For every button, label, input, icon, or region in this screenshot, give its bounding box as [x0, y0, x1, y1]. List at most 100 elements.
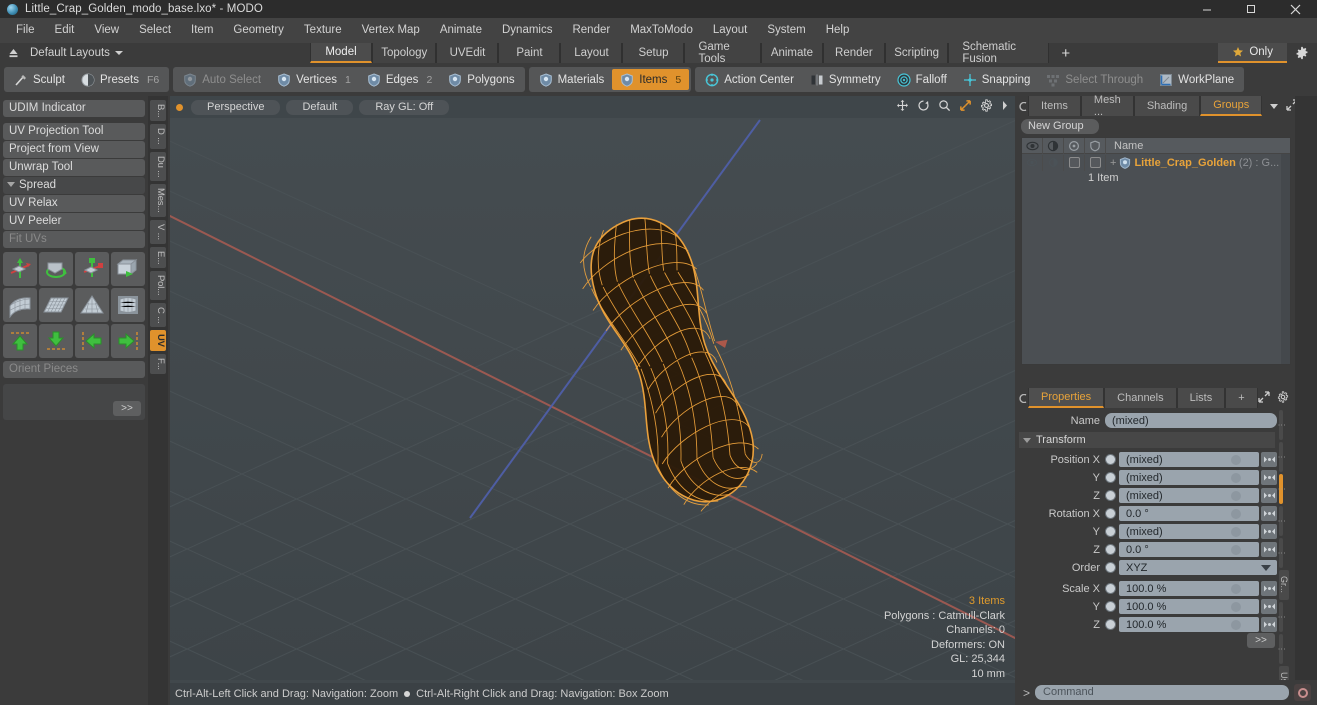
toolbar-items-button[interactable]: Items 5: [612, 69, 690, 90]
layout-tab-model[interactable]: Model: [310, 43, 372, 63]
layout-tab-layout[interactable]: Layout: [560, 43, 623, 63]
more-tools-button[interactable]: >>: [113, 401, 141, 416]
property-value-input[interactable]: (mixed): [1119, 524, 1259, 539]
render-icon[interactable]: [1043, 137, 1064, 154]
row-select-checkbox[interactable]: [1085, 154, 1106, 171]
property-nudge-control[interactable]: [1261, 488, 1277, 503]
property-channel-radio[interactable]: [1105, 601, 1116, 612]
viewport-shading-mode[interactable]: Default: [286, 99, 354, 115]
menu-item-system[interactable]: System: [757, 18, 815, 43]
menu-item-file[interactable]: File: [6, 18, 45, 43]
uv-down-arrow-icon[interactable]: [39, 324, 73, 358]
add-layout-tab-button[interactable]: +: [1048, 43, 1083, 63]
panel-menu-icon[interactable]: [1019, 388, 1028, 408]
property-channel-radio[interactable]: [1105, 490, 1116, 501]
panel-menu-icon[interactable]: [1019, 96, 1028, 116]
property-channel-radio[interactable]: [1105, 619, 1116, 630]
property-value-input[interactable]: 0.0 °: [1119, 506, 1259, 521]
gear-icon[interactable]: [980, 99, 993, 115]
left-vtab-b[interactable]: B...: [150, 100, 166, 122]
property-mini-dial[interactable]: [1231, 544, 1241, 555]
left-vtab-du[interactable]: Du ...: [150, 151, 166, 182]
menu-item-texture[interactable]: Texture: [294, 18, 352, 43]
chevron-right-icon[interactable]: [1001, 100, 1009, 114]
menu-item-render[interactable]: Render: [562, 18, 620, 43]
home-layout-icon[interactable]: [0, 47, 26, 60]
toolbar-sculpt-button[interactable]: Sculpt: [6, 69, 73, 90]
table-row[interactable]: + Little_Crap_Golden (2) : G...: [1022, 154, 1290, 171]
toolbar-presets-button[interactable]: Presets F6: [73, 69, 167, 90]
left-vtab-v[interactable]: V ...: [150, 220, 166, 244]
property-value-input[interactable]: (mixed): [1119, 470, 1259, 485]
uv-flip-icon[interactable]: [111, 252, 145, 286]
unwrap-tool-button[interactable]: Unwrap Tool: [3, 159, 145, 176]
layout-tab-render[interactable]: Render: [822, 43, 885, 63]
property-mini-dial[interactable]: [1231, 454, 1241, 465]
uv-scale-icon[interactable]: [75, 252, 109, 286]
property-nudge-control[interactable]: [1261, 506, 1277, 521]
eye-icon[interactable]: [1022, 137, 1043, 154]
property-channel-radio[interactable]: [1105, 472, 1116, 483]
properties-side-tab[interactable]: ⋮: [1277, 506, 1286, 536]
left-vtab-c[interactable]: C ...: [150, 302, 166, 328]
gear-icon[interactable]: [1277, 390, 1289, 406]
property-value-input[interactable]: 100.0 %: [1119, 581, 1259, 596]
rotate-icon[interactable]: [917, 99, 930, 115]
property-nudge-control[interactable]: [1261, 599, 1277, 614]
viewport-raygl-toggle[interactable]: Ray GL: Off: [359, 99, 450, 115]
menu-item-animate[interactable]: Animate: [430, 18, 492, 43]
uv-relax-button[interactable]: UV Relax: [3, 195, 145, 212]
groups-tab-shading[interactable]: Shading: [1133, 96, 1201, 116]
property-channel-radio[interactable]: [1105, 508, 1116, 519]
menu-item-dynamics[interactable]: Dynamics: [492, 18, 562, 43]
menu-item-vertex-map[interactable]: Vertex Map: [352, 18, 430, 43]
properties-side-tab[interactable]: ⋮: [1277, 634, 1286, 664]
groups-tree-scrollbar[interactable]: [1281, 154, 1290, 364]
properties-side-tab[interactable]: ⋮: [1277, 442, 1286, 472]
left-vtab-mes[interactable]: Mes...: [150, 184, 166, 218]
uv-grid-icon[interactable]: [39, 288, 73, 322]
groups-tab-groups[interactable]: Groups: [1200, 96, 1263, 116]
uv-left-arrow-icon[interactable]: [75, 324, 109, 358]
command-input[interactable]: Command: [1035, 685, 1289, 700]
menu-item-view[interactable]: View: [84, 18, 129, 43]
default-layouts-label[interactable]: Default Layouts: [26, 47, 123, 59]
lock-icon[interactable]: [1064, 137, 1085, 154]
toolbar-polygons-button[interactable]: Polygons: [440, 69, 522, 90]
properties-side-tab[interactable]: ⋮: [1277, 474, 1286, 504]
toolbar-falloff-button[interactable]: Falloff: [889, 69, 955, 90]
project-from-view-button[interactable]: Project from View: [3, 141, 145, 158]
minimize-icon[interactable]: [1185, 0, 1229, 18]
properties-side-tab[interactable]: ⋮: [1277, 602, 1286, 632]
name-input[interactable]: (mixed): [1105, 413, 1277, 428]
layout-tab-paint[interactable]: Paint: [498, 43, 561, 63]
toolbar-workplane-button[interactable]: WorkPlane: [1151, 69, 1242, 90]
record-icon[interactable]: [1294, 684, 1311, 701]
toolbar-symmetry-button[interactable]: Symmetry: [802, 69, 889, 90]
only-toggle[interactable]: Only: [1218, 43, 1287, 63]
shield-icon[interactable]: [1085, 137, 1106, 154]
groups-tab-mesh[interactable]: Mesh ...: [1080, 94, 1134, 118]
layout-tab-setup[interactable]: Setup: [622, 43, 685, 63]
uv-rotate-icon[interactable]: [39, 252, 73, 286]
uv-taper-icon[interactable]: [75, 288, 109, 322]
uv-peeler-button[interactable]: UV Peeler: [3, 213, 145, 230]
uv-fit-icon[interactable]: [3, 288, 37, 322]
property-value-input[interactable]: 100.0 %: [1119, 617, 1259, 632]
property-nudge-control[interactable]: [1261, 617, 1277, 632]
maximize-icon[interactable]: [1229, 0, 1273, 18]
left-vtab-f[interactable]: F...: [150, 354, 166, 375]
row-visibility-toggle[interactable]: [1022, 154, 1043, 171]
property-mini-dial[interactable]: [1231, 526, 1241, 537]
property-nudge-control[interactable]: [1261, 542, 1277, 557]
row-lock-checkbox[interactable]: [1064, 154, 1085, 171]
fit-icon[interactable]: [959, 99, 972, 115]
groups-tab-items[interactable]: Items: [1028, 96, 1081, 116]
property-nudge-control[interactable]: [1261, 581, 1277, 596]
properties-tab-properties[interactable]: Properties: [1028, 388, 1105, 408]
left-vtab-uv[interactable]: UV: [150, 330, 166, 352]
property-mini-dial[interactable]: [1231, 490, 1241, 501]
property-channel-radio[interactable]: [1105, 562, 1116, 573]
layout-tab-uvedit[interactable]: UVEdit: [436, 43, 499, 63]
properties-tab-lists[interactable]: Lists: [1176, 388, 1226, 408]
